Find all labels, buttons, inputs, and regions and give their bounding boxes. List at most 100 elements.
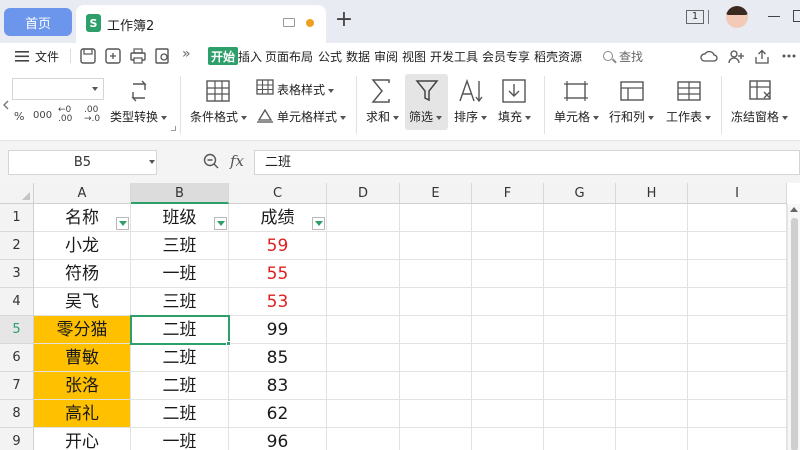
cell-e2[interactable] xyxy=(400,232,472,260)
cell-icon[interactable] xyxy=(564,81,588,101)
cell-b2[interactable]: 三班 xyxy=(131,232,229,260)
column-header-i[interactable]: I xyxy=(688,183,787,204)
more-options-icon[interactable] xyxy=(782,54,796,58)
fill-handle[interactable] xyxy=(226,341,231,346)
cell-i2[interactable] xyxy=(688,232,787,260)
table-style-icon[interactable] xyxy=(256,79,274,95)
column-header-h[interactable]: H xyxy=(616,183,688,204)
cell-b6[interactable]: 二班 xyxy=(131,344,229,372)
cell-a3[interactable]: 符杨 xyxy=(34,260,131,288)
conditional-format-button[interactable]: 条件格式 xyxy=(190,108,248,125)
minimize-icon[interactable] xyxy=(768,16,780,17)
cell-d7[interactable] xyxy=(327,372,400,400)
print-preview-icon[interactable] xyxy=(155,48,171,64)
scroll-up-icon[interactable] xyxy=(790,207,798,212)
cell-i7[interactable] xyxy=(688,372,787,400)
cell-g9[interactable] xyxy=(544,428,616,450)
cell-c2[interactable]: 59 xyxy=(229,232,327,260)
cell-i1[interactable] xyxy=(688,204,787,232)
decrease-decimal-button[interactable]: .00 →.0 xyxy=(84,106,100,124)
cell-c6[interactable]: 85 xyxy=(229,344,327,372)
cell-a7[interactable]: 张洛 xyxy=(34,372,131,400)
cell-g3[interactable] xyxy=(544,260,616,288)
type-convert-button[interactable]: 类型转换 xyxy=(110,108,168,125)
cell-h6[interactable] xyxy=(616,344,688,372)
cell-e1[interactable] xyxy=(400,204,472,232)
cell-d6[interactable] xyxy=(327,344,400,372)
column-header-c[interactable]: C xyxy=(229,183,327,204)
cell-a9[interactable]: 开心 xyxy=(34,428,131,450)
cell-d2[interactable] xyxy=(327,232,400,260)
cell-c4[interactable]: 53 xyxy=(229,288,327,316)
insert-function-icon[interactable]: fx xyxy=(230,152,244,170)
menu-review[interactable]: 审阅 xyxy=(374,48,398,65)
sum-button[interactable]: 求和 xyxy=(366,108,400,125)
cell-c3[interactable]: 55 xyxy=(229,260,327,288)
document-tab[interactable]: S 工作簿2 xyxy=(76,5,326,43)
cell-b8[interactable]: 二班 xyxy=(131,400,229,428)
cell-e5[interactable] xyxy=(400,316,472,344)
search-label[interactable]: 查找 xyxy=(619,48,643,65)
export-pdf-icon[interactable] xyxy=(105,48,121,64)
select-all-corner[interactable] xyxy=(0,183,34,204)
freeze-panes-button[interactable]: 冻结窗格 xyxy=(731,108,789,125)
column-header-e[interactable]: E xyxy=(400,183,472,204)
filter-button[interactable]: 筛选 xyxy=(405,74,448,130)
cell-b9[interactable]: 一班 xyxy=(131,428,229,450)
add-tab-button[interactable]: + xyxy=(333,9,355,32)
column-header-d[interactable]: D xyxy=(327,183,400,204)
sum-icon[interactable] xyxy=(370,79,392,103)
menu-view[interactable]: 视图 xyxy=(402,48,426,65)
cell-c7[interactable]: 83 xyxy=(229,372,327,400)
row-header-3[interactable]: 3 xyxy=(0,260,34,288)
cell-a5[interactable]: 零分猫 xyxy=(34,316,131,344)
cell-h7[interactable] xyxy=(616,372,688,400)
conditional-format-icon[interactable] xyxy=(206,80,230,102)
cell-style-button[interactable]: 单元格样式 xyxy=(277,108,347,125)
cell-g5[interactable] xyxy=(544,316,616,344)
thousands-button[interactable]: 000 xyxy=(33,110,52,121)
row-column-icon[interactable] xyxy=(620,81,644,101)
cell-h5[interactable] xyxy=(616,316,688,344)
ribbon-scroll-left-icon[interactable] xyxy=(3,100,9,110)
hamburger-icon[interactable] xyxy=(15,51,29,62)
row-header-8[interactable]: 8 xyxy=(0,400,34,428)
cell-e6[interactable] xyxy=(400,344,472,372)
cell-a6[interactable]: 曹敏 xyxy=(34,344,131,372)
vertical-scrollbar[interactable] xyxy=(787,204,800,450)
fill-icon[interactable] xyxy=(502,79,526,103)
increase-decimal-button[interactable]: ←0 .00 xyxy=(58,106,72,124)
sort-icon[interactable] xyxy=(457,79,483,103)
cell-f8[interactable] xyxy=(472,400,544,428)
cell-b3[interactable]: 一班 xyxy=(131,260,229,288)
fill-button[interactable]: 填充 xyxy=(498,108,532,125)
cell-h9[interactable] xyxy=(616,428,688,450)
cell-h8[interactable] xyxy=(616,400,688,428)
row-header-6[interactable]: 6 xyxy=(0,344,34,372)
zoom-formula-icon[interactable] xyxy=(203,153,219,169)
cell-g8[interactable] xyxy=(544,400,616,428)
menu-data[interactable]: 数据 xyxy=(346,48,370,65)
cell-f7[interactable] xyxy=(472,372,544,400)
cell-a4[interactable]: 吴飞 xyxy=(34,288,131,316)
worksheet-button[interactable]: 工作表 xyxy=(666,108,712,125)
cell-b7[interactable]: 二班 xyxy=(131,372,229,400)
cell-g1[interactable] xyxy=(544,204,616,232)
cell-e3[interactable] xyxy=(400,260,472,288)
cell-d4[interactable] xyxy=(327,288,400,316)
row-header-1[interactable]: 1 xyxy=(0,204,34,232)
menu-page-layout[interactable]: 页面布局 xyxy=(265,48,313,65)
cell-e7[interactable] xyxy=(400,372,472,400)
column-header-f[interactable]: F xyxy=(472,183,544,204)
cell-i5[interactable] xyxy=(688,316,787,344)
cell-h1[interactable] xyxy=(616,204,688,232)
save-icon[interactable] xyxy=(80,48,96,64)
table-style-button[interactable]: 表格样式 xyxy=(277,81,335,98)
menu-formula[interactable]: 公式 xyxy=(318,48,342,65)
cell-i9[interactable] xyxy=(688,428,787,450)
freeze-panes-icon[interactable] xyxy=(749,80,773,102)
scrollbar-thumb[interactable] xyxy=(791,218,798,450)
dialog-launcher-icon[interactable] xyxy=(171,126,176,131)
row-header-7[interactable]: 7 xyxy=(0,372,34,400)
sort-button[interactable]: 排序 xyxy=(454,108,488,125)
